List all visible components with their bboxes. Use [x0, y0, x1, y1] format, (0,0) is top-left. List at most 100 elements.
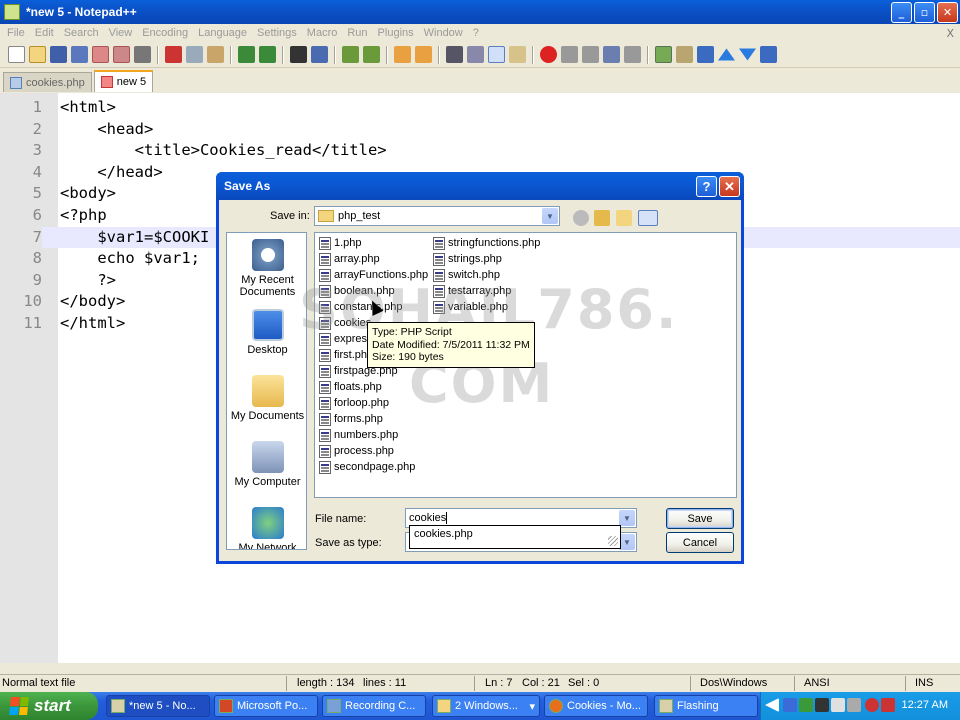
menu-window[interactable]: Window — [419, 27, 468, 39]
help-button[interactable]: ? — [696, 176, 717, 197]
place-my-computer[interactable]: My Computer — [227, 441, 306, 488]
list-item[interactable]: 1.php — [319, 235, 362, 251]
show-all-characters-icon[interactable] — [467, 46, 484, 63]
minimize-button[interactable]: _ — [891, 2, 912, 23]
list-item[interactable]: floats.php — [319, 379, 382, 395]
place-desktop[interactable]: Desktop — [227, 309, 306, 356]
tray-antivirus-icon[interactable] — [881, 698, 895, 712]
zoom-out-icon[interactable] — [363, 46, 380, 63]
chevron-down-icon[interactable]: ▼ — [542, 208, 558, 224]
stop-macro-icon[interactable] — [561, 46, 578, 63]
new-file-icon[interactable] — [8, 46, 25, 63]
spell-check-icon[interactable] — [655, 46, 672, 63]
replace-icon[interactable] — [311, 46, 328, 63]
menu-plugins[interactable]: Plugins — [373, 27, 419, 39]
taskbar-item-powerpoint[interactable]: Microsoft Po... — [214, 695, 318, 717]
copy-icon[interactable] — [186, 46, 203, 63]
zoom-in-icon[interactable] — [342, 46, 359, 63]
tray-network-icon[interactable] — [815, 698, 829, 712]
back-icon[interactable] — [573, 210, 589, 226]
tray-security-icon[interactable] — [865, 698, 879, 712]
word-wrap-icon[interactable] — [446, 46, 463, 63]
code-line[interactable]: 2 <head> — [0, 119, 960, 141]
close-all-icon[interactable] — [113, 46, 130, 63]
sync-horizontal-icon[interactable] — [415, 46, 432, 63]
tray-sound-icon[interactable] — [847, 698, 861, 712]
list-item[interactable]: first.php — [319, 347, 373, 363]
chevron-down-icon[interactable]: ▼ — [619, 510, 635, 526]
dialog-close-button[interactable]: ✕ — [719, 176, 740, 197]
tab-cookies-php[interactable]: cookies.php — [3, 72, 92, 92]
menu-help[interactable]: ? — [468, 27, 484, 39]
indent-guide-icon[interactable] — [488, 46, 505, 63]
taskbar-item-notepadpp[interactable]: *new 5 - No... — [106, 695, 210, 717]
save-icon[interactable] — [50, 46, 67, 63]
save-button[interactable]: Save — [666, 508, 734, 529]
resize-grip-icon[interactable] — [608, 536, 618, 546]
taskbar-item-windows-group[interactable]: 2 Windows... ▾ — [432, 695, 540, 717]
place-my-documents[interactable]: My Documents — [227, 375, 306, 422]
redo-icon[interactable] — [259, 46, 276, 63]
undo-icon[interactable] — [238, 46, 255, 63]
save-all-icon[interactable] — [71, 46, 88, 63]
list-item[interactable]: array.php — [319, 251, 380, 267]
menu-macro[interactable]: Macro — [302, 27, 343, 39]
menu-encoding[interactable]: Encoding — [137, 27, 193, 39]
code-line[interactable]: 3 <title>Cookies_read</title> — [0, 140, 960, 162]
place-my-network[interactable]: My Network — [227, 507, 306, 549]
print-icon[interactable] — [134, 46, 151, 63]
list-item[interactable]: strings.php — [433, 251, 502, 267]
tab-new-5[interactable]: new 5 — [93, 70, 154, 92]
up-folder-icon[interactable] — [594, 210, 610, 226]
plugin-icon[interactable] — [676, 46, 693, 63]
sum-icon[interactable] — [697, 46, 714, 63]
menu-language[interactable]: Language — [193, 27, 252, 39]
start-button[interactable]: start — [0, 692, 98, 720]
sync-vertical-icon[interactable] — [394, 46, 411, 63]
list-item[interactable]: secondpage.php — [319, 459, 415, 475]
menu-settings[interactable]: Settings — [252, 27, 302, 39]
list-item[interactable]: forms.php — [319, 411, 383, 427]
view-menu-icon[interactable] — [638, 210, 658, 226]
chevron-down-icon[interactable]: ▼ — [619, 534, 635, 550]
menu-search[interactable]: Search — [59, 27, 104, 39]
menu-view[interactable]: View — [104, 27, 138, 39]
play-macro-icon[interactable] — [582, 46, 599, 63]
taskbar-item-firefox[interactable]: Cookies - Mo... — [544, 695, 648, 717]
close-document-button[interactable]: X — [946, 27, 954, 40]
find-icon[interactable] — [290, 46, 307, 63]
tray-app-icon[interactable] — [799, 698, 813, 712]
cancel-button[interactable]: Cancel — [666, 532, 734, 553]
list-item[interactable]: process.php — [319, 443, 394, 459]
close-button[interactable]: ✕ — [937, 2, 958, 23]
move-up-icon[interactable] — [718, 48, 735, 61]
tray-tools-icon[interactable] — [831, 698, 845, 712]
tray-arrow-icon[interactable] — [765, 698, 779, 712]
autocomplete-dropdown[interactable]: cookies.php — [409, 525, 621, 549]
taskbar-item-flashing[interactable]: Flashing — [654, 695, 758, 717]
menu-edit[interactable]: Edit — [30, 27, 59, 39]
list-item[interactable]: numbers.php — [319, 427, 398, 443]
cut-icon[interactable] — [165, 46, 182, 63]
record-macro-icon[interactable] — [540, 46, 557, 63]
list-item[interactable]: stringfunctions.php — [433, 235, 540, 251]
new-folder-icon[interactable] — [616, 210, 632, 226]
save-macro-icon[interactable] — [624, 46, 641, 63]
menu-file[interactable]: File — [2, 27, 30, 39]
tray-bluetooth-icon[interactable] — [783, 698, 797, 712]
move-down-icon[interactable] — [739, 48, 756, 61]
code-line[interactable]: 1 <html> — [0, 97, 960, 119]
close-file-icon[interactable] — [92, 46, 109, 63]
menu-run[interactable]: Run — [342, 27, 372, 39]
place-my-recent-documents[interactable]: My Recent Documents — [227, 239, 306, 298]
autocomplete-item[interactable]: cookies.php — [414, 528, 473, 540]
open-file-icon[interactable] — [29, 46, 46, 63]
collapse-icon[interactable] — [760, 46, 777, 63]
save-in-select[interactable]: php_test ▼ — [314, 206, 560, 226]
list-item[interactable]: forloop.php — [319, 395, 389, 411]
paste-icon[interactable] — [207, 46, 224, 63]
taskbar-item-recording[interactable]: Recording C... — [322, 695, 426, 717]
maximize-button[interactable]: ▫ — [914, 2, 935, 23]
user-language-icon[interactable] — [509, 46, 526, 63]
run-macro-multiple-icon[interactable] — [603, 46, 620, 63]
